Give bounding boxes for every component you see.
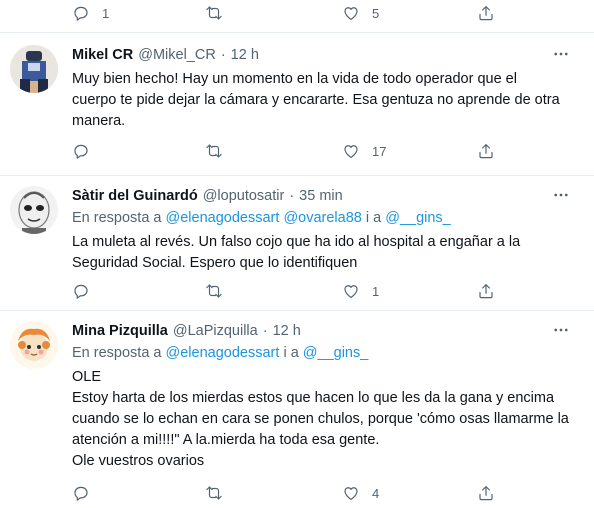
- like-count: 17: [372, 143, 387, 159]
- timestamp[interactable]: 12 h: [273, 323, 301, 339]
- handle[interactable]: @LaPizquilla: [173, 323, 258, 339]
- retweet-button[interactable]: [205, 483, 223, 503]
- share-icon: [477, 4, 495, 22]
- like-count: 1: [372, 283, 380, 299]
- tweet-text: Muy bien hecho! Hay un momento en la vid…: [72, 69, 584, 132]
- tweet-text-line: Seguridad Social. Espero que lo identifi…: [72, 255, 358, 271]
- retweet-button[interactable]: [205, 3, 223, 23]
- tweet-text: OLE Estoy harta de los mierdas estos que…: [72, 367, 584, 472]
- more-button[interactable]: [552, 321, 572, 341]
- dot-separator: ·: [220, 47, 226, 63]
- reply-button[interactable]: [72, 483, 90, 503]
- share-button[interactable]: [477, 483, 495, 503]
- tweet[interactable]: Mikel CR @Mikel_CR · 12 h Muy bien hecho…: [0, 33, 594, 175]
- reply-count: 1: [102, 5, 110, 21]
- like-button[interactable]: 5: [342, 3, 379, 23]
- mention-link[interactable]: @ovarela88: [283, 210, 361, 226]
- share-button[interactable]: [477, 281, 495, 301]
- share-icon: [477, 484, 495, 502]
- more-icon: [552, 186, 570, 204]
- tweet-text-line: La muleta al revés. Un falso cojo que ha…: [72, 234, 521, 250]
- tweet-text: La muleta al revés. Un falso cojo que ha…: [72, 232, 584, 274]
- like-button[interactable]: 4: [342, 483, 379, 503]
- tweet-actions: 17: [72, 141, 502, 161]
- tweet-text-line: Ole vuestros ovarios: [72, 453, 205, 469]
- tweet-text-line: Muy bien hecho! Hay un momento en la vid…: [72, 71, 517, 87]
- replying-to-join: i a: [283, 345, 299, 361]
- tweet-text-line: atención a mi!!!!" A la.mierda ha toda e…: [72, 432, 380, 448]
- more-icon: [552, 45, 570, 63]
- retweet-icon: [205, 142, 223, 160]
- tweet[interactable]: Mina Pizquilla @LaPizquilla · 12 h En re…: [0, 311, 594, 508]
- tweet[interactable]: Sàtir del Guinardó @loputosatir · 35 min…: [0, 176, 594, 310]
- replying-to: En resposta a @elenagodessart @ovarela88…: [72, 208, 584, 228]
- tweet-actions: 4: [72, 483, 502, 503]
- prev-tweet-actions: 1 5: [72, 3, 502, 23]
- display-name[interactable]: Mikel CR: [72, 47, 133, 63]
- tweet-text-line: manera.: [72, 113, 126, 129]
- mention-link[interactable]: @__gins_: [303, 345, 369, 361]
- timestamp[interactable]: 35 min: [299, 188, 343, 204]
- handle[interactable]: @loputosatir: [203, 188, 285, 204]
- reply-button[interactable]: [72, 141, 90, 161]
- retweet-button[interactable]: [205, 281, 223, 301]
- mention-link[interactable]: @elenagodessart: [166, 210, 280, 226]
- avatar[interactable]: [10, 45, 58, 93]
- reply-icon: [72, 142, 90, 160]
- reply-icon: [72, 484, 90, 502]
- retweet-button[interactable]: [205, 141, 223, 161]
- reply-button[interactable]: [72, 281, 90, 301]
- replying-to-label: En resposta a: [72, 210, 162, 226]
- like-button[interactable]: 17: [342, 141, 386, 161]
- display-name[interactable]: Mina Pizquilla: [72, 323, 168, 339]
- like-count: 4: [372, 485, 380, 501]
- tweet-text-line: cuerpo te pide dejar la cámara y encarar…: [72, 92, 560, 108]
- mention-link[interactable]: @__gins_: [385, 210, 451, 226]
- share-icon: [477, 282, 495, 300]
- like-icon: [342, 282, 360, 300]
- handle[interactable]: @Mikel_CR: [138, 47, 216, 63]
- tweet-header: Sàtir del Guinardó @loputosatir · 35 min: [72, 186, 584, 206]
- like-icon: [342, 4, 360, 22]
- reply-icon: [72, 4, 90, 22]
- timestamp[interactable]: 12 h: [231, 47, 259, 63]
- retweet-icon: [205, 282, 223, 300]
- share-button[interactable]: [477, 3, 495, 23]
- reply-icon: [72, 282, 90, 300]
- dot-separator: ·: [262, 323, 268, 339]
- dot-separator: ·: [289, 188, 295, 204]
- replying-to: En resposta a @elenagodessart i a @__gin…: [72, 343, 584, 363]
- tweet-actions: 1: [72, 281, 502, 301]
- retweet-icon: [205, 4, 223, 22]
- more-button[interactable]: [552, 45, 572, 65]
- tweet-text-line: OLE: [72, 369, 102, 385]
- tweet-header: Mikel CR @Mikel_CR · 12 h: [72, 45, 584, 65]
- like-count: 5: [372, 5, 380, 21]
- tweet-text-line: cuando se lo echan en cara se ponen chul…: [72, 411, 569, 427]
- replying-to-join: i a: [365, 210, 382, 226]
- tweet-header: Mina Pizquilla @LaPizquilla · 12 h: [72, 321, 584, 341]
- avatar[interactable]: [10, 321, 58, 369]
- more-button[interactable]: [552, 186, 572, 206]
- avatar[interactable]: [10, 186, 58, 234]
- retweet-icon: [205, 484, 223, 502]
- display-name[interactable]: Sàtir del Guinardó: [72, 188, 198, 204]
- like-icon: [342, 484, 360, 502]
- like-icon: [342, 142, 360, 160]
- like-button[interactable]: 1: [342, 281, 379, 301]
- reply-button[interactable]: 1: [72, 3, 109, 23]
- share-button[interactable]: [477, 141, 495, 161]
- replying-to-label: En resposta a: [72, 345, 162, 361]
- more-icon: [552, 321, 570, 339]
- share-icon: [477, 142, 495, 160]
- mention-link[interactable]: @elenagodessart: [166, 345, 280, 361]
- tweet-text-line: Estoy harta de los mierdas estos que hac…: [72, 390, 555, 406]
